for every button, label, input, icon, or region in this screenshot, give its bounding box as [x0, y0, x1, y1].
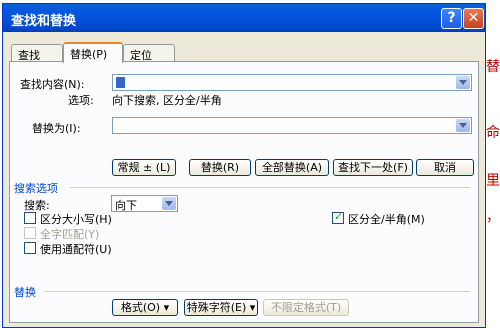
close-icon: ✕: [467, 10, 480, 26]
special-button[interactable]: 特殊字符(E) ▾: [184, 299, 258, 316]
title-bar[interactable]: 查找和替换 ? ✕: [3, 4, 485, 32]
no-formatting-button: 不限定格式(T): [263, 299, 349, 316]
format-button[interactable]: 格式(O) ▾: [112, 299, 178, 316]
replace-all-button[interactable]: 全部替换(A): [255, 159, 329, 176]
wildcards-checkbox[interactable]: [24, 242, 36, 254]
find-next-button[interactable]: 查找下一处(F): [333, 159, 413, 176]
full-half-width-label: 区分全/半角(M): [348, 213, 425, 226]
whole-word-label: 全字匹配(Y): [40, 228, 100, 241]
match-case-label: 区分大小写(H): [40, 213, 112, 226]
background-text: 替: [486, 59, 500, 75]
search-options-header: 搜索选项: [14, 182, 58, 195]
search-direction-select[interactable]: 向下: [111, 195, 178, 212]
close-button[interactable]: ✕: [463, 8, 484, 29]
tab-goto[interactable]: 定位(G): [123, 44, 175, 76]
full-half-width-checkbox[interactable]: [332, 210, 344, 224]
cancel-button[interactable]: 取消: [416, 159, 474, 176]
chevron-down-icon[interactable]: [456, 76, 470, 89]
replace-button[interactable]: 替换(R): [189, 159, 251, 176]
help-icon: ?: [447, 10, 456, 26]
search-direction-value: 向下: [115, 199, 137, 212]
text-cursor: [116, 77, 125, 88]
find-what-label: 查找内容(N):: [20, 78, 85, 91]
find-replace-dialog: 查找和替换 ? ✕ 查找(D) 替换(P) 定位(G) 查找内容(N): 选项:…: [2, 3, 486, 328]
background-text: ，: [486, 209, 500, 225]
background-text: 里: [486, 173, 500, 189]
tab-replace[interactable]: 替换(P): [63, 42, 123, 63]
wildcards-label: 使用通配符(U): [40, 243, 112, 256]
background-text: 命: [486, 125, 500, 141]
chevron-down-icon[interactable]: [162, 197, 176, 210]
options-value: 向下搜索, 区分全/半角: [112, 94, 222, 107]
whole-word-checkbox: [24, 227, 36, 239]
help-button[interactable]: ?: [441, 8, 462, 29]
chevron-down-icon[interactable]: [456, 119, 470, 132]
replace-with-combo[interactable]: [112, 117, 472, 134]
divider: [44, 291, 470, 292]
replace-section-header: 替换: [14, 286, 36, 299]
less-button[interactable]: 常规 ± (L): [112, 159, 176, 176]
tab-find[interactable]: 查找(D): [11, 44, 63, 76]
replace-with-label: 替换为(I):: [32, 122, 81, 135]
options-label: 选项:: [68, 94, 94, 107]
dialog-title: 查找和替换: [11, 14, 77, 29]
match-case-checkbox[interactable]: [24, 212, 36, 224]
divider: [70, 187, 470, 188]
find-what-combo[interactable]: [112, 74, 472, 91]
replace-tab-panel: 查找内容(N): 选项: 向下搜索, 区分全/半角 替换为(I): 常规 ± (…: [9, 61, 479, 323]
